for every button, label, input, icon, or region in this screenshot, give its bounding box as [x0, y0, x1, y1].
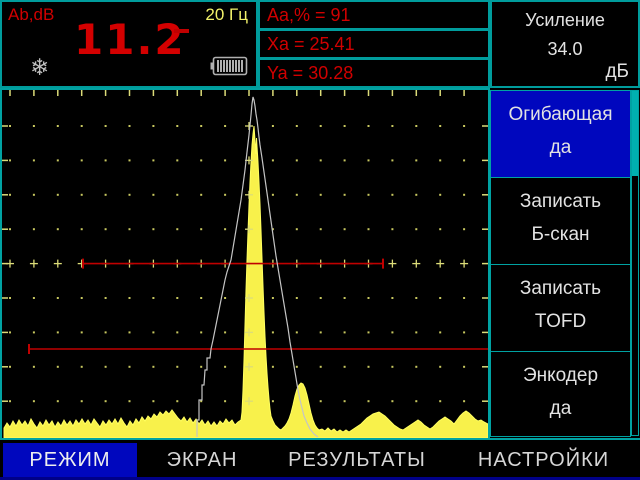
mode-label: Ab,dB [8, 5, 54, 25]
freeze-icon: ❄ [30, 54, 49, 81]
minus-indicator [174, 29, 189, 33]
softkey-label: Записать [491, 191, 630, 213]
measurement-aa: Aa,% = 91 [258, 0, 490, 30]
softkey-record-tofd[interactable]: Записать TOFD [490, 264, 631, 352]
softkey-state: да [491, 137, 630, 159]
softkey-encoder[interactable]: Энкодер да [490, 351, 631, 437]
measurement-ya: Ya = 30.28 [258, 58, 490, 88]
bottom-menu: РЕЖИМ ЭКРАН РЕЗУЛЬТАТЫ НАСТРОЙКИ [0, 443, 640, 477]
status-panel: Ab,dB 11.2 20 Гц ❄ [0, 0, 258, 88]
tab-results[interactable]: РЕЗУЛЬТАТЫ [267, 443, 447, 477]
softkey-scrollbar-thumb[interactable] [632, 91, 638, 176]
softkey-menu: Огибающая да Записать Б-скан Записать TO… [490, 88, 640, 440]
softkey-state: TOFD [491, 311, 630, 333]
softkey-envelope[interactable]: Огибающая да [490, 90, 631, 178]
measurements-panel: Aa,% = 91 Xa = 25.41 Ya = 30.28 [258, 0, 490, 88]
softkey-scrollbar[interactable] [631, 90, 639, 436]
ascan-chart [2, 90, 488, 438]
tab-screen[interactable]: ЭКРАН [137, 443, 267, 477]
prf-value: 20 Гц [205, 5, 248, 25]
tab-mode[interactable]: РЕЖИМ [3, 443, 137, 477]
softkey-label: Записать [491, 278, 630, 300]
gain-unit: дБ [605, 61, 629, 83]
gain-label: Усиление [492, 10, 638, 31]
softkey-label: Энкодер [491, 365, 630, 387]
softkey-state: да [491, 398, 630, 420]
tab-settings[interactable]: НАСТРОЙКИ [447, 443, 640, 477]
softkey-label: Огибающая [491, 104, 630, 126]
ascan-scope [0, 88, 490, 440]
measurement-xa: Xa = 25.41 [258, 29, 490, 59]
bottom-separator [0, 438, 640, 440]
softkey-state: Б-скан [491, 224, 630, 246]
gain-value: 34.0 [492, 39, 638, 60]
battery-icon [210, 56, 248, 81]
flaw-detector-screen: Ab,dB 11.2 20 Гц ❄ Aa,% = 91 Xa = 25.41 … [0, 0, 640, 480]
gain-panel: Усиление 34.0 дБ [490, 0, 640, 88]
softkey-record-bscan[interactable]: Записать Б-скан [490, 177, 631, 265]
attenuator-value: 11.2 [74, 15, 186, 64]
